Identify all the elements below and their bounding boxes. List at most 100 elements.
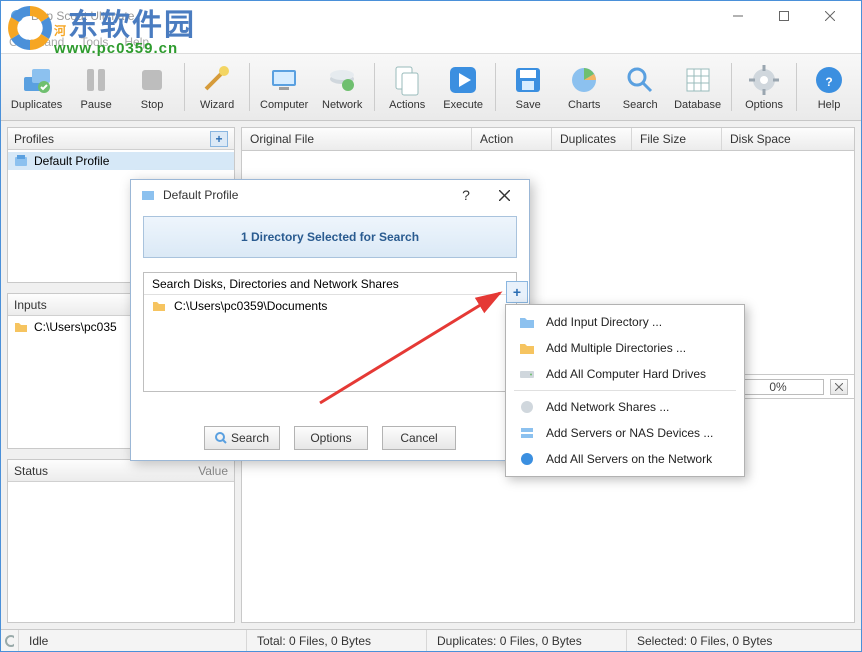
- grid-header: Original File Action Duplicates File Siz…: [241, 127, 855, 151]
- ctx-separator: [514, 390, 736, 391]
- ctx-add-network-shares[interactable]: Add Network Shares ...: [506, 394, 744, 420]
- globe-blue-icon: [518, 450, 536, 468]
- network-icon: [325, 63, 359, 97]
- wizard-icon: [200, 63, 234, 97]
- svg-text:?: ?: [825, 75, 832, 89]
- dialog-options-button[interactable]: Options: [294, 426, 368, 450]
- toolbar-pause[interactable]: Pause: [68, 56, 124, 118]
- status-panel: Status Value: [7, 459, 235, 623]
- toolbar-help[interactable]: ?Help: [801, 56, 857, 118]
- charts-icon: [567, 63, 601, 97]
- col-duplicates[interactable]: Duplicates: [552, 128, 632, 150]
- folder-blue-icon: [518, 313, 536, 331]
- toolbar-database[interactable]: Database: [668, 56, 727, 118]
- drive-icon: [518, 365, 536, 383]
- maximize-button[interactable]: [761, 1, 807, 31]
- toolbar-save[interactable]: Save: [500, 56, 556, 118]
- execute-icon: [446, 63, 480, 97]
- computer-icon: [267, 63, 301, 97]
- status-total: Total: 0 Files, 0 Bytes: [247, 630, 427, 651]
- col-action[interactable]: Action: [472, 128, 552, 150]
- close-button[interactable]: [807, 1, 853, 31]
- menu-tools[interactable]: Tools: [80, 35, 108, 49]
- dialog-list-item[interactable]: C:\Users\pc0359\Documents: [144, 295, 516, 317]
- status-bar: Idle Total: 0 Files, 0 Bytes Duplicates:…: [1, 629, 861, 651]
- toolbar-options[interactable]: Options: [736, 56, 792, 118]
- profile-item[interactable]: Default Profile: [8, 152, 234, 170]
- profiles-title: Profiles: [14, 132, 54, 146]
- toolbar-separator: [796, 63, 797, 111]
- toolbar-computer[interactable]: Computer: [254, 56, 314, 118]
- dialog-titlebar: Default Profile ?: [131, 180, 529, 210]
- toolbar-separator: [249, 63, 250, 111]
- toolbar-separator: [374, 63, 375, 111]
- ctx-add-all-drives[interactable]: Add All Computer Hard Drives: [506, 361, 744, 387]
- dialog-directory-list: Search Disks, Directories and Network Sh…: [143, 272, 517, 392]
- toolbar-search[interactable]: Search: [612, 56, 668, 118]
- dialog-cancel-button[interactable]: Cancel: [382, 426, 456, 450]
- window-controls: [715, 1, 853, 31]
- profile-label: Default Profile: [34, 154, 109, 168]
- ctx-add-all-servers[interactable]: Add All Servers on the Network: [506, 446, 744, 472]
- toolbar-duplicates[interactable]: Duplicates: [5, 56, 68, 118]
- progress-close-button[interactable]: [830, 379, 848, 395]
- status-indicator-icon: [1, 630, 19, 651]
- dialog-help-button[interactable]: ?: [451, 187, 481, 203]
- profiles-add-button[interactable]: +: [210, 131, 228, 147]
- status-value-col: Value: [198, 464, 228, 478]
- minimize-button[interactable]: [715, 1, 761, 31]
- save-icon: [511, 63, 545, 97]
- menu-bar: Command Tools Help: [1, 31, 861, 53]
- folder-icon: [14, 320, 28, 334]
- dialog-buttons: Search Options Cancel: [131, 416, 529, 460]
- status-sel: Selected: 0 Files, 0 Bytes: [627, 630, 861, 651]
- col-original[interactable]: Original File: [242, 128, 472, 150]
- inputs-title: Inputs: [14, 298, 47, 312]
- options-icon: [747, 63, 781, 97]
- default-profile-dialog: Default Profile ? 1 Directory Selected f…: [130, 179, 530, 461]
- status-title: Status: [14, 464, 48, 478]
- search-small-icon: [215, 432, 227, 444]
- search-icon: [623, 63, 657, 97]
- toolbar-wizard[interactable]: Wizard: [189, 56, 245, 118]
- menu-command[interactable]: Command: [9, 35, 64, 49]
- title-bar: Dup Scout Ultimate: [1, 1, 861, 31]
- stop-icon: [135, 63, 169, 97]
- menu-help[interactable]: Help: [124, 35, 149, 49]
- toolbar-separator: [495, 63, 496, 111]
- toolbar-execute[interactable]: Execute: [435, 56, 491, 118]
- col-diskspace[interactable]: Disk Space: [722, 128, 854, 150]
- status-header: Status Value: [8, 460, 234, 482]
- dialog-icon: [141, 188, 155, 202]
- pause-icon: [79, 63, 113, 97]
- folder-yellow-icon: [518, 339, 536, 357]
- status-body: [8, 482, 234, 622]
- toolbar-network[interactable]: Network: [314, 56, 370, 118]
- dialog-list-item-label: C:\Users\pc0359\Documents: [174, 299, 327, 313]
- toolbar-stop[interactable]: Stop: [124, 56, 180, 118]
- database-icon: [681, 63, 715, 97]
- app-icon: [9, 8, 25, 24]
- status-state: Idle: [19, 630, 247, 651]
- dialog-search-button[interactable]: Search: [204, 426, 280, 450]
- toolbar-separator: [731, 63, 732, 111]
- globe-grey-icon: [518, 398, 536, 416]
- profile-icon: [14, 154, 28, 168]
- toolbar-separator: [184, 63, 185, 111]
- col-filesize[interactable]: File Size: [632, 128, 722, 150]
- dialog-banner: 1 Directory Selected for Search: [143, 216, 517, 258]
- toolbar-charts[interactable]: Charts: [556, 56, 612, 118]
- duplicates-icon: [20, 63, 54, 97]
- window-title: Dup Scout Ultimate: [31, 9, 715, 23]
- dialog-close-button[interactable]: [489, 190, 519, 201]
- ctx-add-input-directory[interactable]: Add Input Directory ...: [506, 309, 744, 335]
- toolbar-actions[interactable]: Actions: [379, 56, 435, 118]
- dialog-list-header: Search Disks, Directories and Network Sh…: [144, 273, 516, 295]
- dialog-title-text: Default Profile: [163, 188, 443, 202]
- server-icon: [518, 424, 536, 442]
- ctx-add-servers[interactable]: Add Servers or NAS Devices ...: [506, 420, 744, 446]
- add-directory-context-menu: Add Input Directory ... Add Multiple Dir…: [505, 304, 745, 477]
- dialog-add-directory-button[interactable]: +: [506, 281, 528, 303]
- ctx-add-multiple-directories[interactable]: Add Multiple Directories ...: [506, 335, 744, 361]
- profiles-header: Profiles +: [8, 128, 234, 150]
